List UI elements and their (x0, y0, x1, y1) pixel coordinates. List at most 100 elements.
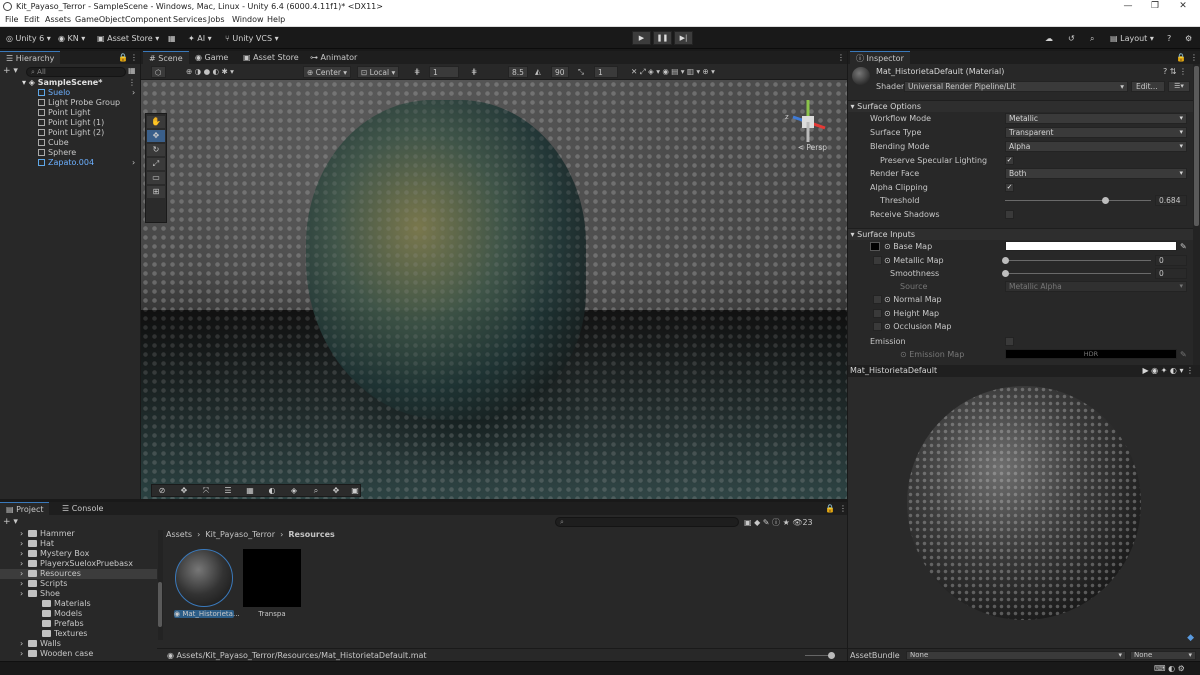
projection-label[interactable]: < Persp (798, 143, 827, 152)
folder-expand-icon[interactable]: › (20, 549, 28, 559)
grid-snap-icon[interactable]: ⋕ (414, 66, 420, 78)
add-object-button[interactable]: + ▾ (3, 66, 18, 76)
folder-expand-icon[interactable]: › (20, 559, 28, 569)
metallic-field[interactable]: 0 (1155, 255, 1187, 266)
tab-asset-store[interactable]: ▣ Asset Store (237, 51, 305, 64)
scene-viewport[interactable]: ✋ ✥ ↻ ⤢ ▭ ⊞ z < Persp ⊘ ✥ ⤧ ☰ ▦ ◐ ◈ ⌕ ✥ … (141, 80, 847, 499)
shader-options-icon[interactable]: ☰▾ (1168, 81, 1190, 92)
folder-item[interactable]: › Hat (0, 539, 157, 549)
eyedropper-icon[interactable]: ✎ (1180, 240, 1187, 253)
menu-help[interactable]: Help (267, 15, 285, 24)
hierarchy-search-input[interactable]: ⌕ All (26, 67, 126, 77)
material-header-icons[interactable]: ? ⇅ ⋮ (1163, 67, 1187, 76)
expand-arrow-icon[interactable]: › (132, 88, 135, 98)
base-map-texture-slot[interactable] (870, 242, 880, 251)
breadcrumb-kit[interactable]: Kit_Payaso_Terror (205, 530, 275, 539)
overlay-tool-9-icon[interactable]: ✥ (328, 486, 344, 496)
folder-item[interactable]: › Hammer (0, 529, 157, 539)
overlay-tool-1-icon[interactable]: ⊘ (154, 486, 170, 496)
emission-checkbox[interactable] (1005, 337, 1014, 346)
scale-tool-icon[interactable]: ⤢ (147, 158, 165, 170)
assetbundle-dropdown[interactable]: None ▾ (906, 651, 1126, 660)
menu-assets[interactable]: Assets (45, 15, 71, 24)
source-dropdown[interactable]: Metallic Alpha ▾ (1005, 281, 1187, 292)
minimize-button[interactable]: — (1115, 1, 1141, 11)
scale-snap-field[interactable]: 1 (594, 66, 618, 78)
smoothness-slider[interactable] (1002, 270, 1151, 277)
maximize-button[interactable]: ❐ (1142, 1, 1168, 11)
create-asset-button[interactable]: + ▾ (3, 517, 18, 527)
folder-item[interactable]: › Scripts (0, 579, 157, 589)
folder-item[interactable]: Prefabs (0, 619, 157, 629)
tab-game[interactable]: ◉ Game (189, 51, 234, 64)
breadcrumb-resources[interactable]: Resources (288, 530, 334, 539)
menu-services[interactable]: Services (173, 15, 207, 24)
folder-expand-icon[interactable]: › (20, 569, 28, 579)
pause-button[interactable]: ❚❚ (653, 31, 672, 45)
emission-color-swatch[interactable]: HDR (1005, 349, 1177, 359)
cloud-icon[interactable]: ☁ (1045, 32, 1053, 45)
emission-eyedropper-icon[interactable]: ✎ (1180, 348, 1187, 361)
ai-button[interactable]: ✦ AI ▾ (188, 32, 212, 45)
shader-edit-button[interactable]: Edit... (1131, 81, 1165, 92)
hierarchy-item[interactable]: Zapato.004 › (0, 158, 140, 168)
breadcrumb-assets[interactable]: Assets (166, 530, 192, 539)
scene-root[interactable]: ▾ ◈ SampleScene* (0, 78, 140, 88)
preserve-specular-checkbox[interactable]: ✓ (1005, 156, 1014, 165)
threshold-slider[interactable] (1005, 197, 1151, 204)
tab-scene[interactable]: # Scene (143, 51, 189, 64)
receive-shadows-checkbox[interactable] (1005, 210, 1014, 219)
project-filter-icons[interactable]: ▣ ◆ ✎ ⓘ ★ 👁23 (744, 517, 813, 528)
package-icon[interactable]: ▦ (168, 32, 176, 45)
surface-options-section[interactable]: ▾ Surface Options (848, 100, 1193, 112)
hierarchy-item[interactable]: Light Probe Group (0, 98, 140, 108)
menu-gameobject[interactable]: GameObject (75, 15, 125, 24)
overlay-tool-8-icon[interactable]: ⌕ (308, 486, 324, 496)
close-button[interactable]: ✕ (1170, 1, 1196, 11)
asset-store-button[interactable]: ▣ Asset Store ▾ (97, 32, 159, 45)
project-search-input[interactable]: ⌕ (555, 517, 739, 527)
search-icon[interactable]: ⌕ (1090, 32, 1094, 45)
folder-expand-icon[interactable]: › (20, 589, 28, 599)
preview-controls-icon[interactable]: ▶ ◉ ✦ ◐ ▾ ⋮ (1142, 365, 1194, 377)
hierarchy-item[interactable]: Point Light (1) (0, 118, 140, 128)
folder-item[interactable]: Models (0, 609, 157, 619)
rotate-tool-icon[interactable]: ↻ (147, 144, 165, 156)
account-button[interactable]: ◉ KN ▾ (58, 32, 85, 45)
move-snap-field[interactable]: 8.5 (508, 66, 528, 78)
threshold-field[interactable]: 0.684 (1155, 195, 1187, 206)
thumbnail-size-handle[interactable] (828, 652, 835, 659)
folder-item[interactable]: › Shoe (0, 589, 157, 599)
threshold-slider-handle[interactable] (1101, 197, 1109, 204)
smoothness-field[interactable]: 0 (1155, 268, 1187, 279)
hierarchy-item[interactable]: Sphere (0, 148, 140, 158)
folder-item[interactable]: › Resources (0, 569, 157, 579)
preview-tag-icon[interactable]: ◆ (1187, 633, 1194, 643)
asset-mat-historieta[interactable]: ◉ Mat_Historieta... (174, 549, 240, 618)
hand-tool-icon[interactable]: ✋ (147, 116, 165, 128)
folder-expand-icon[interactable]: › (20, 649, 28, 659)
metallic-slider[interactable] (1002, 257, 1151, 264)
thumbnail-size-slider[interactable] (805, 652, 835, 659)
folder-expand-icon[interactable]: › (20, 639, 28, 649)
tab-project[interactable]: ▤ Project (0, 502, 50, 515)
scale-snap-icon[interactable]: ⤡ (578, 66, 584, 78)
surface-type-dropdown[interactable]: Transparent ▾ (1005, 127, 1187, 138)
pivot-dropdown[interactable]: ⊕ Center ▾ (303, 66, 352, 78)
status-icons[interactable]: ⌨ ◐ ⚙ (1154, 664, 1185, 673)
step-button[interactable]: ▶| (674, 31, 693, 45)
preview-sphere[interactable] (907, 386, 1141, 620)
overlay-tool-7-icon[interactable]: ◈ (286, 486, 302, 496)
menu-window[interactable]: Window (232, 15, 264, 24)
inspector-scrollbar[interactable] (1193, 64, 1200, 365)
settings-icon[interactable]: ⚙ (1185, 32, 1192, 45)
transform-tool-icon[interactable]: ⊞ (147, 186, 165, 198)
history-icon[interactable]: ↺ (1068, 32, 1075, 45)
folder-item[interactable]: Textures (0, 629, 157, 639)
folder-item[interactable]: › Mystery Box (0, 549, 157, 559)
overlay-tool-4-icon[interactable]: ☰ (220, 486, 236, 496)
overlay-tool-5-icon[interactable]: ▦ (242, 486, 258, 496)
unity-account-button[interactable]: ◎ Unity 6 ▾ (6, 32, 51, 45)
alpha-clipping-checkbox[interactable]: ✓ (1005, 183, 1014, 192)
folder-item[interactable]: › Wooden case (0, 649, 157, 659)
